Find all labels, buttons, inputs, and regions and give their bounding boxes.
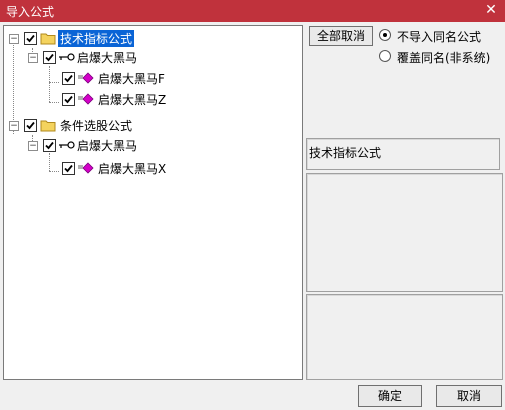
tree-leaf-label: 启爆大黑马Z: [98, 93, 167, 107]
tree-leaf-node[interactable]: 启爆大黑马Z: [4, 90, 294, 108]
tree-leaf-label: 启爆大黑马F: [98, 72, 165, 86]
formula-checkbox[interactable]: [43, 51, 56, 64]
folder-icon: [40, 33, 56, 45]
window-title: 导入公式: [6, 5, 55, 19]
diamond-icon: [78, 162, 94, 174]
collapse-icon[interactable]: −: [28, 141, 38, 151]
tree-leaf-node[interactable]: 启爆大黑马F: [4, 69, 294, 87]
cancel-button[interactable]: 取消: [436, 385, 502, 407]
formula-tree[interactable]: − 技术指标公式 − 启爆大黑马 启爆大黑马F 启爆大黑马Z − 条件选股公式 …: [3, 25, 303, 380]
checkmark-icon: [26, 121, 35, 130]
group-checkbox[interactable]: [24, 119, 37, 132]
checkmark-icon: [64, 164, 73, 173]
radio-selected-dot: [383, 33, 387, 37]
collapse-icon[interactable]: −: [9, 34, 19, 44]
radio-skip-duplicate[interactable]: [379, 29, 391, 41]
formula-params-box: [306, 294, 503, 380]
collapse-icon[interactable]: −: [9, 121, 19, 131]
tree-leaf-label: 启爆大黑马X: [98, 162, 167, 176]
title-bar: 导入公式 ✕: [0, 0, 505, 22]
formula-checkbox[interactable]: [43, 139, 56, 152]
checkmark-icon: [45, 53, 54, 62]
ok-button[interactable]: 确定: [358, 385, 422, 407]
tree-group-label: 技术指标公式: [58, 30, 135, 47]
diamond-icon: [78, 93, 94, 105]
tree-group-label: 条件选股公式: [60, 119, 133, 133]
folder-icon: [40, 120, 56, 132]
checkmark-icon: [26, 34, 35, 43]
tree-formula-node[interactable]: − 启爆大黑马: [4, 48, 294, 66]
radio-skip-label: 不导入同名公式: [397, 30, 482, 44]
key-icon: [59, 53, 75, 61]
checkmark-icon: [64, 95, 73, 104]
diamond-icon: [78, 72, 94, 84]
tree-leaf-node[interactable]: 启爆大黑马X: [4, 159, 294, 177]
tree-formula-label: 启爆大黑马: [77, 139, 138, 153]
key-icon: [59, 141, 75, 149]
collapse-icon[interactable]: −: [28, 53, 38, 63]
tree-group-node[interactable]: − 条件选股公式: [4, 116, 294, 134]
radio-overwrite-label: 覆盖同名(非系统): [397, 51, 491, 65]
leaf-checkbox[interactable]: [62, 162, 75, 175]
tree-formula-label: 启爆大黑马: [77, 51, 138, 65]
tree-formula-node[interactable]: − 启爆大黑马: [4, 136, 294, 154]
radio-overwrite-duplicate[interactable]: [379, 50, 391, 62]
formula-category-label: 技术指标公式: [309, 146, 382, 160]
checkmark-icon: [64, 74, 73, 83]
formula-description-box: [306, 173, 503, 292]
close-icon[interactable]: ✕: [483, 2, 499, 18]
leaf-checkbox[interactable]: [62, 93, 75, 106]
checkmark-icon: [45, 141, 54, 150]
formula-category-box: 技术指标公式: [306, 138, 500, 170]
tree-group-node[interactable]: − 技术指标公式: [4, 29, 294, 47]
leaf-checkbox[interactable]: [62, 72, 75, 85]
cancel-all-button[interactable]: 全部取消: [309, 26, 373, 46]
group-checkbox[interactable]: [24, 32, 37, 45]
